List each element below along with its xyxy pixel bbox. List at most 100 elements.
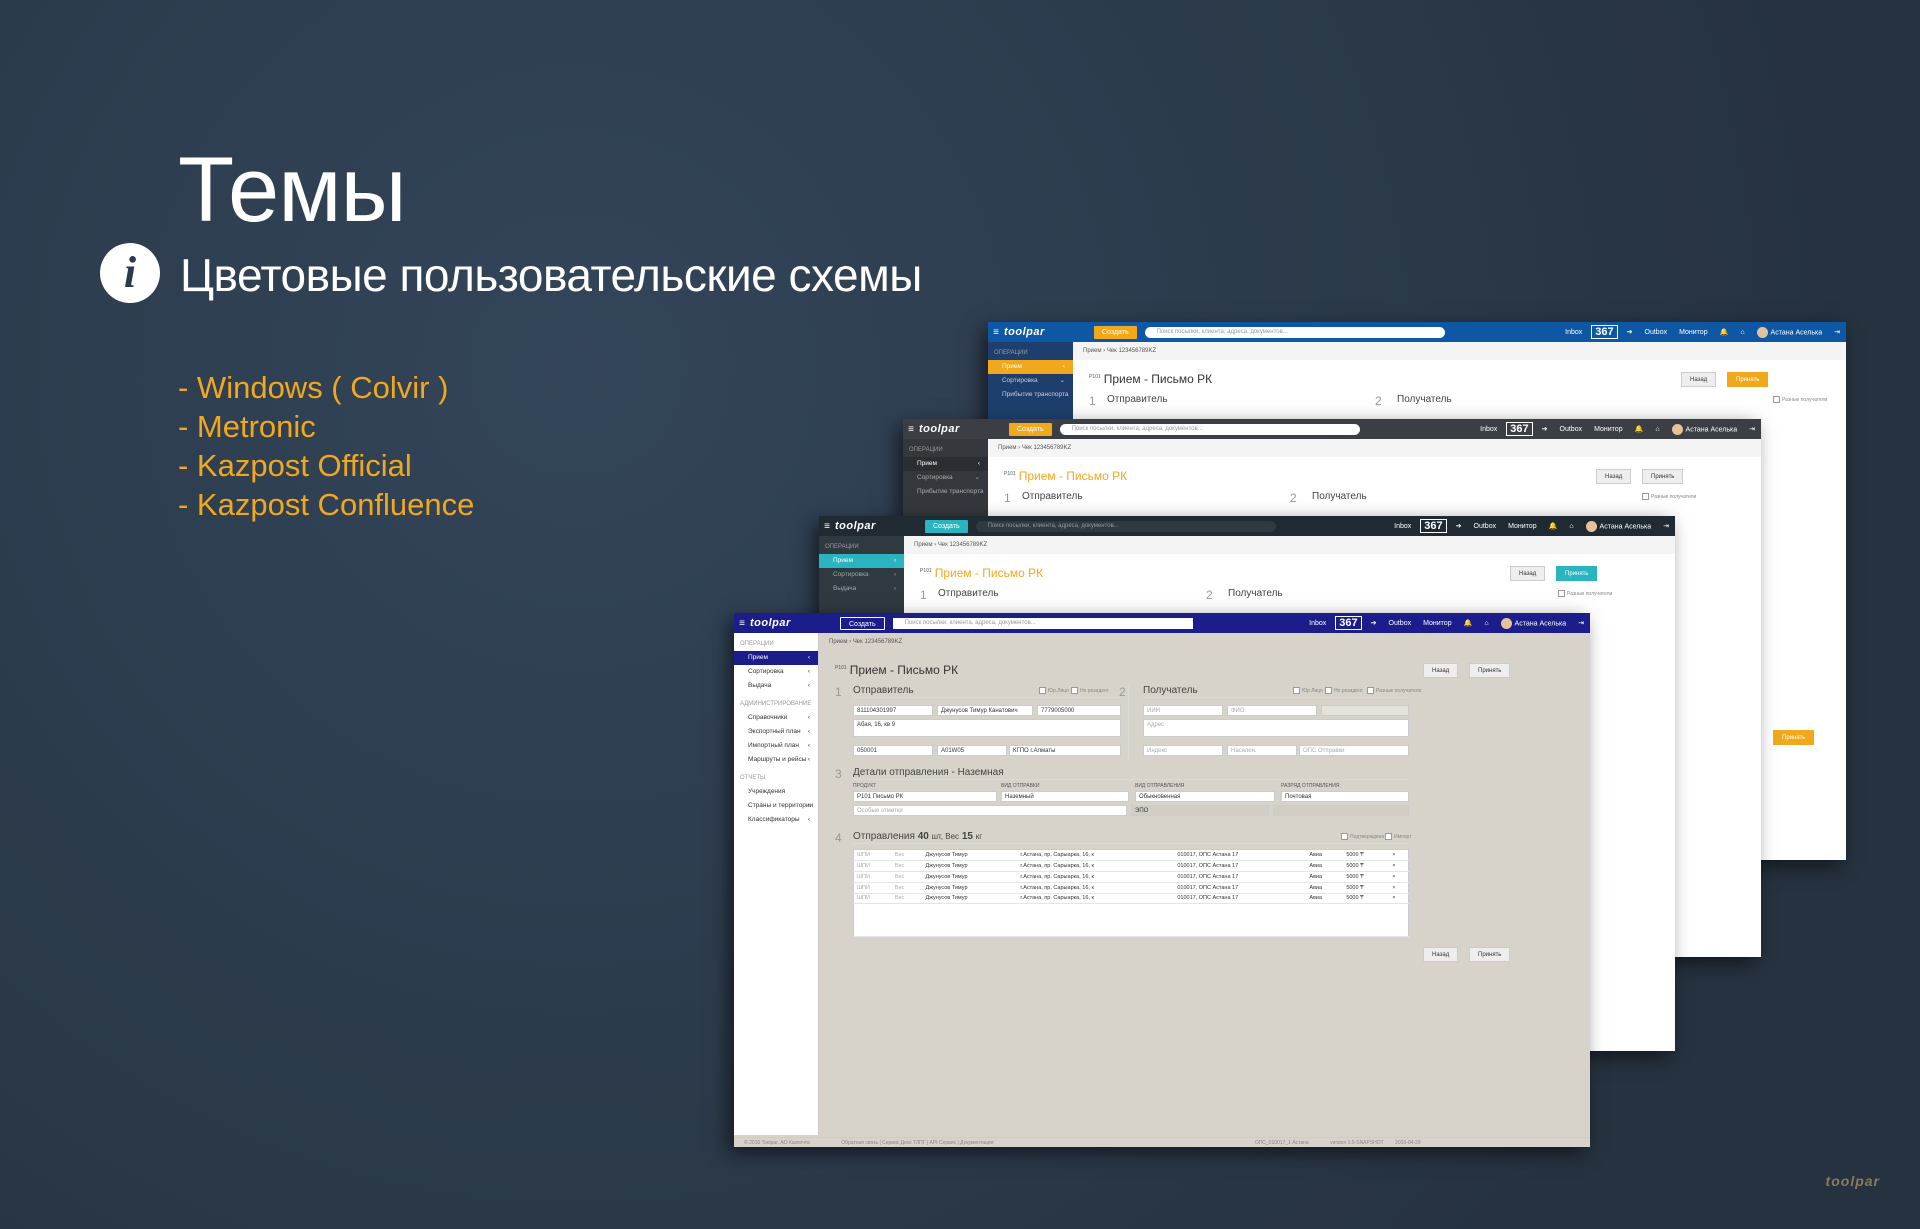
checkbox-legal-entity[interactable]: Юр.Лицо [1039,687,1069,694]
checkbox-diff-receivers[interactable]: Разные получатели [1367,687,1421,694]
user-menu[interactable]: Астана Аселька [1671,423,1737,435]
remove-icon[interactable]: × [1389,860,1409,872]
user-menu[interactable]: Астана Аселька [1756,326,1822,338]
sidebar-item-sorting[interactable]: Сортировка ‹ [734,665,818,679]
sender-iin-field[interactable]: 811104301997 [853,705,933,716]
breadcrumb-root[interactable]: Прием [1083,348,1101,354]
create-button[interactable]: Создать [925,519,968,533]
accept-button[interactable]: Принять [1469,947,1511,962]
sender-name-field[interactable]: Джунусов Тимур Канатович [937,705,1033,716]
sender-phone-field[interactable]: 7779005000 [1037,705,1121,716]
epo-select[interactable]: ЭПО [1131,805,1269,816]
sidebar-item-priem[interactable]: Прием ‹ [734,651,818,665]
arrow-right-icon[interactable]: ➔ [1542,425,1548,433]
menu-icon[interactable]: ≡ [819,521,835,532]
home-icon[interactable]: ⌂ [1740,329,1744,336]
sidebar-item-priem[interactable]: Прием ‹ [988,360,1073,374]
home-icon[interactable]: ⌂ [1655,426,1659,433]
table-row[interactable]: ШПИ Вес Джунусов Тимур г.Астана, пр. Сарыар… [853,893,1409,905]
breadcrumb-item[interactable]: Чек 123456789KZ [1107,348,1156,354]
logout-icon[interactable]: ⇥ [1749,425,1755,433]
sidebar-item-export-plan[interactable]: Экспортный план ‹ [734,725,818,739]
rank-select[interactable]: Почтовая [1281,791,1409,802]
search-input[interactable]: Поиск посылки, клиента, адреса, документ… [1144,326,1445,338]
back-button[interactable]: Назад [1423,947,1459,962]
sender-index-field[interactable]: 050001 [853,745,933,756]
sidebar-item-vydacha[interactable]: Выдача ‹ [819,582,904,596]
menu-icon[interactable]: ≡ [903,424,919,435]
breadcrumb-item[interactable]: Чек 123456789KZ [1022,445,1071,451]
breadcrumb-root[interactable]: Прием [829,639,847,645]
receiver-city-field[interactable]: Населен. [1227,745,1297,756]
outbox-link[interactable]: Outbox [1474,523,1497,530]
receiver-index-field[interactable]: Индекс [1143,745,1223,756]
menu-icon[interactable]: ≡ [988,327,1004,338]
logout-icon[interactable]: ⇥ [1663,522,1669,530]
monitor-link[interactable]: Монитор [1594,426,1623,433]
back-button[interactable]: Назад [1681,372,1717,387]
outbox-link[interactable]: Outbox [1645,329,1668,336]
sidebar-item-sorting[interactable]: Сортировка ⌄ [988,374,1073,388]
sidebar-item-import-plan[interactable]: Импортный план ‹ [734,739,818,753]
checkbox-diff-receivers[interactable]: Разные получатели [1642,493,1696,500]
accept-button[interactable]: Принять [1727,372,1769,387]
search-input[interactable]: Поиск посылки, клиента, адреса, документ… [1059,423,1360,435]
home-icon[interactable]: ⌂ [1569,523,1573,530]
accept-button[interactable]: Принять [1556,566,1598,581]
checkbox-non-resident[interactable]: Не резидент [1325,687,1363,694]
user-menu[interactable]: Астана Аселька [1500,617,1566,629]
monitor-link[interactable]: Монитор [1508,523,1537,530]
inbox-link[interactable]: Inbox [1480,426,1497,433]
sender-code-field[interactable]: A01W05 [937,745,1007,756]
sidebar-item-institutions[interactable]: Учреждения [734,785,818,799]
sidebar-item-sorting[interactable]: Сортировка ⌄ [903,471,988,485]
arrow-right-icon[interactable]: ➔ [1456,522,1462,530]
user-menu[interactable]: Астана Аселька [1585,520,1651,532]
checkbox-import[interactable]: Импорт [1385,833,1411,840]
kind-select[interactable]: Наземный [1001,791,1129,802]
footer-links[interactable]: Обратная связь | Сервис Деск ТЛПГ | API … [841,1140,993,1146]
accept-button[interactable]: Принять [1773,730,1815,745]
accept-button[interactable]: Принять [1469,663,1511,678]
product-select[interactable]: P101 Письмо РК [853,791,997,802]
accept-button[interactable]: Принять [1642,469,1684,484]
breadcrumb-item[interactable]: Чек 123456789KZ [938,542,987,548]
back-button[interactable]: Назад [1423,663,1459,678]
logout-icon[interactable]: ⇥ [1834,328,1840,336]
notes-field[interactable]: Особые отметки [853,805,1127,816]
receiver-iin-field[interactable]: ИИН [1143,705,1223,716]
table-row[interactable]: ШПИ Вес Джунусов Тимур г.Астана, пр. Сарыар… [853,849,1409,861]
remove-icon[interactable]: × [1389,849,1409,861]
breadcrumb-item[interactable]: Чек 123456789KZ [853,639,902,645]
back-button[interactable]: Назад [1596,469,1632,484]
sidebar-item-priem[interactable]: Прием ‹ [903,457,988,471]
sidebar-item-directories[interactable]: Справочники ‹ [734,711,818,725]
sidebar-item-classifiers[interactable]: Классификаторы ‹ [734,813,818,827]
home-icon[interactable]: ⌂ [1484,620,1488,627]
inbox-link[interactable]: Inbox [1309,620,1326,627]
sidebar-item-vydacha[interactable]: Выдача ‹ [734,679,818,693]
remove-icon[interactable]: × [1389,871,1409,883]
create-button[interactable]: Создать [840,616,885,630]
create-button[interactable]: Создать [1094,325,1137,339]
type-select[interactable]: Обыкновенная [1135,791,1275,802]
table-row[interactable]: ШПИ Вес Джунусов Тимур г.Астана, пр. Сарыар… [853,882,1409,894]
menu-icon[interactable]: ≡ [734,618,750,629]
sidebar-item-routes[interactable]: Маршруты и рейсы ‹ [734,753,818,767]
sidebar-item-transport[interactable]: Прибытие транспорта [903,485,988,499]
sidebar-item-transport[interactable]: Прибытие транспорта [988,388,1073,402]
search-input[interactable]: Поиск посылки, клиента, адреса, документ… [892,617,1193,629]
receiver-ops-field[interactable]: ОПС Отправки [1299,745,1409,756]
checkbox-non-resident[interactable]: Не резидент [1071,687,1109,694]
remove-icon[interactable]: × [1389,882,1409,894]
sidebar-item-countries[interactable]: Страны и территории ‹ [734,799,818,813]
sidebar-item-sorting[interactable]: Сортировка ‹ [819,568,904,582]
monitor-link[interactable]: Монитор [1679,329,1708,336]
bell-icon[interactable]: 🔔 [1635,425,1644,433]
outbox-link[interactable]: Outbox [1389,620,1412,627]
sender-address-field[interactable]: Абая, 16, кв 9 [853,719,1121,737]
back-button[interactable]: Назад [1510,566,1546,581]
receiver-fio-field[interactable]: ФИО [1227,705,1317,716]
checkbox-confirmed[interactable]: Подтверждено [1341,833,1384,840]
extra-field[interactable] [1273,805,1409,816]
